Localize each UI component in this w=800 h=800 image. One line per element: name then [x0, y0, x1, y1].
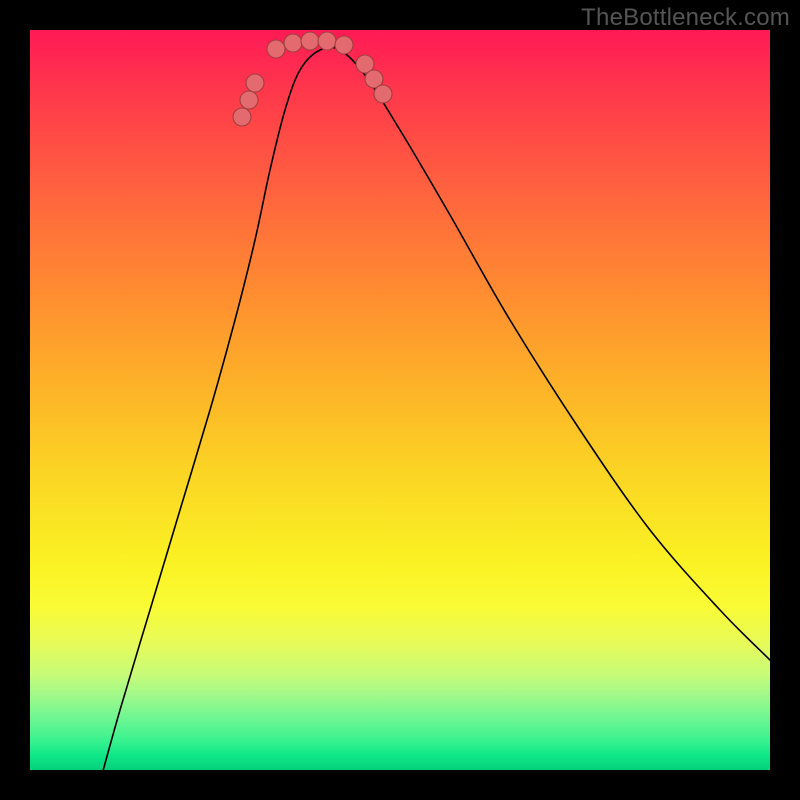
marker-bead	[246, 74, 264, 92]
marker-bead	[318, 32, 336, 50]
chart-overlay	[30, 30, 770, 770]
marker-bead	[374, 85, 392, 103]
marker-bead	[335, 36, 353, 54]
plot-area	[30, 30, 770, 770]
marker-group	[233, 32, 392, 126]
marker-bead	[301, 32, 319, 50]
watermark-text: TheBottleneck.com	[581, 4, 790, 32]
marker-bead	[240, 91, 258, 109]
marker-bead	[267, 40, 285, 58]
bottleneck-curve	[95, 47, 770, 770]
chart-frame: TheBottleneck.com	[0, 0, 800, 800]
marker-bead	[233, 108, 251, 126]
marker-bead	[284, 34, 302, 52]
